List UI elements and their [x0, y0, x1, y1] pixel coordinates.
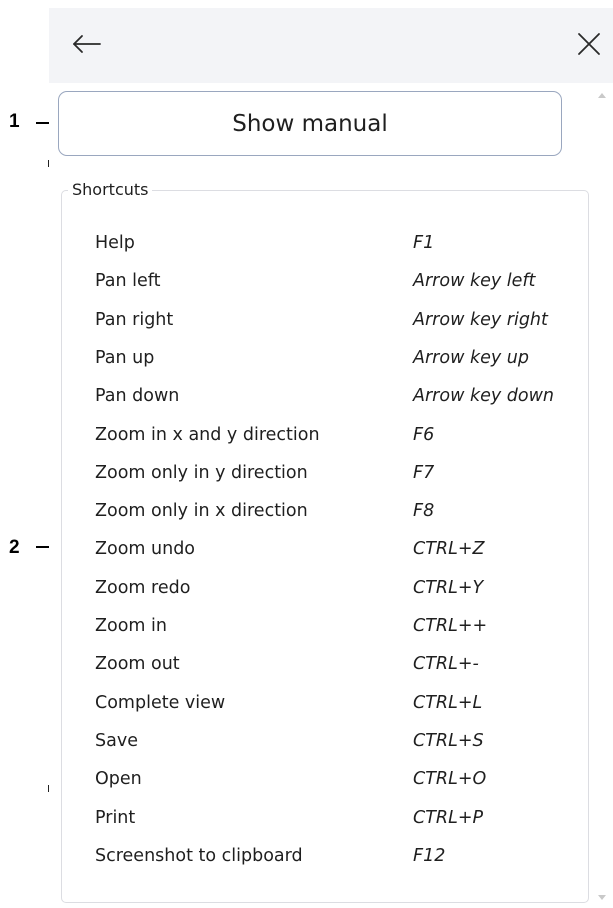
shortcut-key: CTRL+L	[413, 692, 483, 713]
shortcut-key: Arrow key up	[413, 347, 529, 368]
shortcut-label: Pan up	[95, 347, 155, 368]
shortcut-label: Zoom out	[95, 654, 180, 675]
shortcut-key: F12	[413, 845, 446, 866]
shortcut-label: Save	[95, 730, 138, 751]
shortcut-row: Save CTRL+S	[95, 726, 575, 756]
shortcut-label: Zoom undo	[95, 539, 196, 560]
shortcut-row: Screenshot to clipboard F12	[95, 841, 575, 871]
panel-header	[49, 8, 613, 83]
shortcut-row: Zoom only in x direction F8	[95, 496, 575, 526]
shortcut-label: Print	[95, 807, 136, 828]
screenshot-stage: 1 2 Show manual Shortcuts Help F1 Pan le…	[0, 0, 613, 908]
shortcuts-group: Shortcuts Help F1 Pan left Arrow key left Pa…	[61, 180, 589, 903]
shortcut-row: Help F1	[95, 228, 575, 258]
shortcut-row: Complete view CTRL+L	[95, 688, 575, 718]
shortcut-label: Zoom in	[95, 616, 167, 636]
shortcut-key: Arrow key right	[413, 309, 548, 330]
close-icon	[577, 32, 601, 60]
shortcut-label: Zoom only in y direction	[95, 462, 308, 483]
scroll-down-arrow-icon[interactable]	[598, 895, 606, 900]
scrollbar[interactable]	[591, 83, 613, 908]
scroll-up-arrow-icon[interactable]	[598, 93, 606, 98]
shortcut-row: Pan up Arrow key up	[95, 343, 575, 373]
shortcut-label: Screenshot to clipboard	[95, 845, 303, 866]
show-manual-button[interactable]: Show manual	[58, 91, 562, 156]
shortcut-key: CTRL+O	[413, 769, 487, 790]
shortcut-row: Zoom out CTRL+-	[95, 649, 575, 679]
shortcut-label: Pan right	[95, 309, 174, 330]
shortcut-label: Complete view	[95, 692, 226, 713]
shortcut-row: Pan right Arrow key right	[95, 305, 575, 335]
arrow-left-icon	[71, 34, 103, 58]
shortcut-row: Zoom in x and y direction F6	[95, 420, 575, 450]
close-button[interactable]	[569, 26, 609, 66]
shortcut-key: F1	[413, 233, 435, 253]
shortcut-key: CTRL+S	[413, 730, 484, 751]
shortcut-row: Zoom redo CTRL+Y	[95, 573, 575, 603]
shortcut-row: Pan down Arrow key down	[95, 381, 575, 411]
back-button[interactable]	[67, 28, 107, 64]
shortcut-key: F7	[413, 462, 435, 483]
shortcut-row: Open CTRL+O	[95, 764, 575, 794]
callout-number-2: 2	[9, 537, 20, 558]
shortcut-key: CTRL++	[413, 616, 488, 636]
help-panel: Show manual Shortcuts Help F1 Pan left Arro…	[49, 8, 613, 908]
shortcut-key: CTRL+P	[413, 807, 484, 828]
panel-content: Show manual Shortcuts Help F1 Pan left Arro…	[49, 83, 591, 908]
shortcut-key: Arrow key down	[413, 386, 554, 407]
shortcut-label: Zoom in x and y direction	[95, 424, 320, 445]
shortcut-label: Open	[95, 769, 142, 790]
shortcut-row: Pan left Arrow key left	[95, 266, 575, 296]
shortcut-key: F8	[413, 501, 435, 522]
shortcut-key: F6	[413, 424, 435, 445]
shortcut-label: Pan left	[95, 271, 161, 292]
shortcut-label: Zoom redo	[95, 577, 191, 598]
shortcut-row: Zoom undo CTRL+Z	[95, 534, 575, 564]
shortcut-key: CTRL+-	[413, 654, 479, 675]
shortcut-row: Zoom only in y direction F7	[95, 458, 575, 488]
shortcut-row: Zoom in CTRL++	[95, 611, 575, 641]
shortcut-label: Pan down	[95, 386, 180, 407]
callout-number-1: 1	[9, 111, 20, 132]
shortcuts-legend: Shortcuts	[68, 180, 153, 199]
shortcut-label: Zoom only in x direction	[95, 501, 308, 522]
shortcut-key: Arrow key left	[413, 271, 536, 292]
shortcut-key: CTRL+Z	[413, 539, 485, 560]
shortcut-label: Help	[95, 233, 135, 253]
shortcut-key: CTRL+Y	[413, 577, 484, 598]
shortcut-row: Print CTRL+P	[95, 803, 575, 833]
